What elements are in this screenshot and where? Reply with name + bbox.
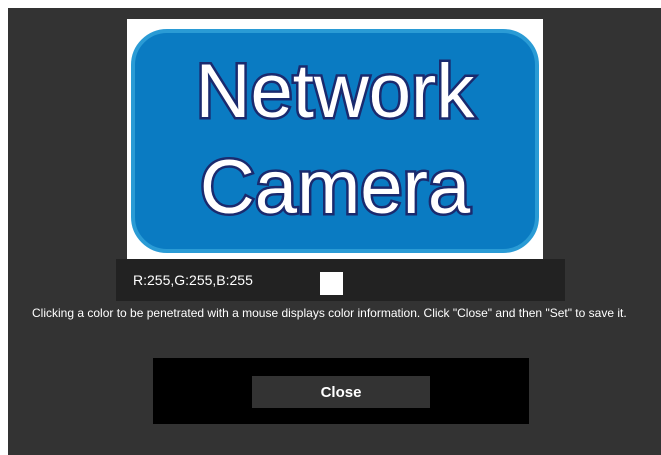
color-swatch (320, 272, 343, 295)
rgb-value-text: R:255,G:255,B:255 (133, 272, 253, 288)
color-info-panel: R:255,G:255,B:255 (116, 259, 565, 301)
network-camera-logo: Network Camera (131, 29, 539, 253)
logo-line-1: Network (196, 49, 476, 134)
close-button[interactable]: Close (252, 376, 430, 408)
logo-line-2: Camera (200, 145, 471, 230)
color-picker-dialog: Network Camera R:255,G:255,B:255 Clickin… (8, 8, 661, 455)
camera-image-preview[interactable]: Network Camera (127, 19, 543, 259)
instruction-text: Clicking a color to be penetrated with a… (32, 306, 627, 320)
button-bar: Close (153, 358, 529, 424)
